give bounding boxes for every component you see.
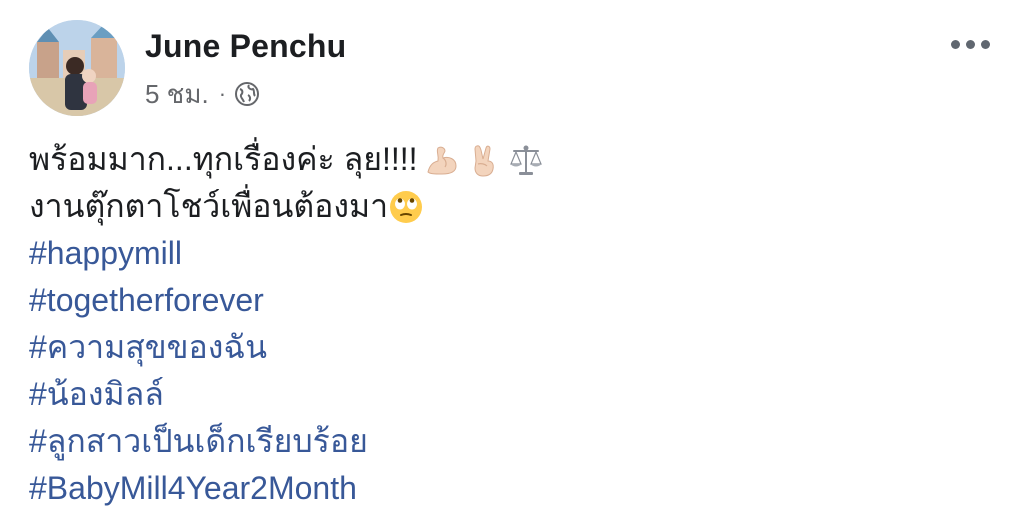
- hashtag-link[interactable]: #happymill: [29, 230, 182, 277]
- post-meta: 5 ชม. ·: [145, 78, 260, 110]
- victory-hand-icon: [466, 142, 502, 178]
- profile-photo: [29, 20, 125, 116]
- hashtag-line: #BabyMill4Year2Month: [29, 465, 1004, 512]
- hashtag-line: #ความสุขของฉัน: [29, 324, 1004, 371]
- hashtag-line: #happymill: [29, 230, 1004, 277]
- eye-roll-face-icon: [388, 189, 424, 225]
- more-options-icon[interactable]: [951, 40, 990, 49]
- hashtag-link[interactable]: #togetherforever: [29, 277, 264, 324]
- author-name[interactable]: June Penchu: [145, 28, 346, 65]
- post-text: พร้อมมาก...ทุกเรื่องค่ะ ลุย!!!! งานตุ๊กต…: [29, 136, 1004, 512]
- hashtag-link[interactable]: #ลูกสาวเป็นเด็กเรียบร้อย: [29, 418, 368, 465]
- hashtag-line: #ลูกสาวเป็นเด็กเรียบร้อย: [29, 418, 1004, 465]
- globe-icon[interactable]: [234, 81, 260, 107]
- post-time[interactable]: 5 ชม.: [145, 74, 209, 115]
- flexed-biceps-icon: [424, 142, 460, 178]
- more-dot: [951, 40, 960, 49]
- hashtag-link[interactable]: #BabyMill4Year2Month: [29, 465, 357, 512]
- hashtag-line: #togetherforever: [29, 277, 1004, 324]
- post-line-text: งานตุ๊กตาโชว์เพื่อนต้องมา: [29, 188, 389, 224]
- hashtag-line: #น้องมิลล์: [29, 371, 1004, 418]
- post-line: งานตุ๊กตาโชว์เพื่อนต้องมา: [29, 183, 1004, 230]
- hashtag-link[interactable]: #ความสุขของฉัน: [29, 324, 267, 371]
- avatar[interactable]: [29, 20, 125, 116]
- hashtag-link[interactable]: #น้องมิลล์: [29, 371, 164, 418]
- post-line: พร้อมมาก...ทุกเรื่องค่ะ ลุย!!!!: [29, 136, 1004, 183]
- meta-separator: ·: [218, 81, 227, 106]
- more-dot: [981, 40, 990, 49]
- balance-scale-icon: [508, 142, 544, 178]
- post-line-text: พร้อมมาก...ทุกเรื่องค่ะ ลุย!!!!: [29, 141, 418, 177]
- post-card: June Penchu 5 ชม. · พร้อมมาก...ทุกเรื่อง…: [0, 0, 1024, 526]
- more-dot: [966, 40, 975, 49]
